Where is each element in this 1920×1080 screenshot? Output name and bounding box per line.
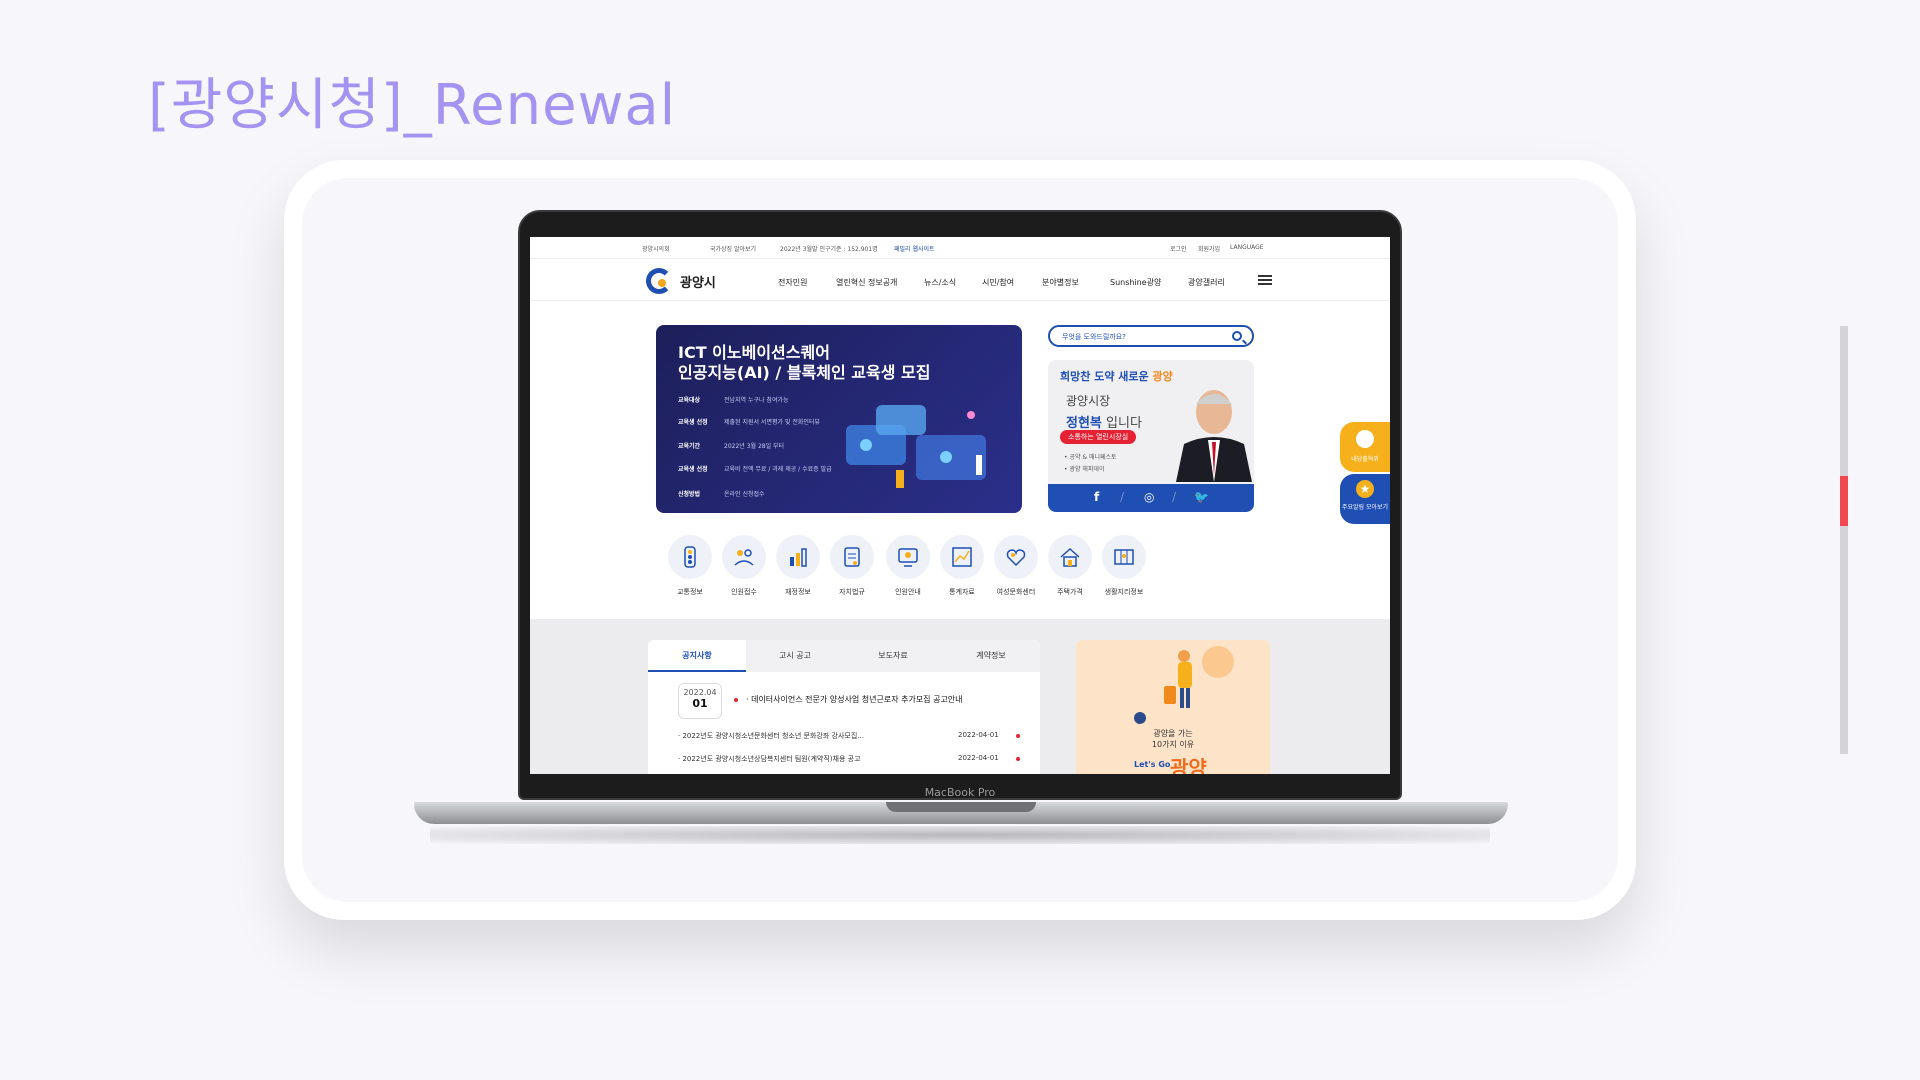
menu-item-gallery[interactable]: 광양갤러리 (1188, 277, 1225, 288)
promo-line1: 광양을 가는 (1153, 729, 1193, 738)
utility-bar: 광양시의회 국가상징 알아보기 2022년 3월말 인구기준 : 152,901… (530, 237, 1390, 259)
laptop-shadow (430, 826, 1490, 844)
info-monitor-icon[interactable] (886, 535, 930, 579)
list-item-date: 2022-04-01 (958, 754, 999, 762)
mayor-photo (1176, 390, 1252, 482)
page-heading: [광양시청]_Renewal (148, 73, 677, 138)
promo-lets-go: Let's Go (1134, 760, 1171, 769)
hamburger-menu-icon[interactable] (1258, 275, 1272, 285)
signup-link[interactable]: 회원가입 (1198, 244, 1220, 253)
new-dot-icon (1016, 757, 1020, 761)
menu-item-e-civil[interactable]: 전자민원 (778, 277, 807, 288)
mayor-sns-bar: f / ◎ / 🐦 (1048, 484, 1254, 512)
house-icon[interactable] (1048, 535, 1092, 579)
promo-big-text: 광양 (1170, 756, 1207, 774)
search-input[interactable]: 무엇을 도와드릴까요? (1062, 332, 1126, 342)
quick-label-law[interactable]: 자치법규 (820, 587, 884, 597)
population-text: 2022년 3월말 인구기준 : 152,901명 (780, 246, 878, 253)
new-dot-icon (734, 698, 738, 702)
banner-row: 신청방법 온라인 신청접수 (678, 491, 765, 498)
traveler-illustration-icon (1134, 646, 1234, 724)
banner-row: 교육생 선정 제출된 지원서 서면평가 및 전화인터뷰 (678, 419, 820, 426)
council-link[interactable]: 광양시의회 (642, 244, 670, 253)
menu-item-sunshine[interactable]: Sunshine광양 (1110, 277, 1161, 288)
tab-notice[interactable]: 공지사항 (648, 640, 746, 672)
laptop-model-label: MacBook Pro (924, 786, 996, 799)
city-logo-dot (658, 279, 666, 287)
menu-item-open-info[interactable]: 열린혁신 정보공개 (836, 277, 897, 288)
map-icon[interactable] (1102, 535, 1146, 579)
star-icon: ★ (1356, 480, 1374, 498)
float-menu-label: 내당출혁위 (1351, 456, 1379, 463)
mayor-title: 광양시장 (1066, 394, 1111, 408)
quick-label-geo[interactable]: 생활지리정보 (1092, 587, 1156, 597)
traffic-light-icon[interactable] (668, 535, 712, 579)
laptop-screen: 광양시의회 국가상징 알아보기 2022년 3월말 인구기준 : 152,901… (530, 237, 1390, 774)
mayor-card: 희망찬 도약 새로운 광양 광양시장 정현복 입니다 소통하는 열린시장실 • … (1048, 360, 1254, 512)
scrollbar-thumb[interactable] (1840, 476, 1848, 526)
list-item-date: 2022-04-01 (958, 731, 999, 739)
pledge-link[interactable]: • 공약 & 매니페스토 (1064, 452, 1117, 461)
twitter-icon[interactable]: 🐦 (1194, 490, 1209, 504)
menu-item-news[interactable]: 뉴스/소식 (924, 277, 956, 288)
instagram-icon[interactable]: ◎ (1144, 490, 1154, 504)
person-icon (1356, 430, 1374, 448)
banner-title-line2: 인공지능(AI) / 블록체인 교육생 모집 (678, 363, 931, 382)
mayor-slogan: 희망찬 도약 새로운 광양 (1060, 370, 1173, 383)
promo-line2: 10가지 이유 (1151, 740, 1195, 749)
national-symbol-link[interactable]: 국가상징 알아보기 (710, 244, 756, 253)
list-item[interactable]: · 2022년도 광양시청소년문화센터 청소년 문화강좌 강사모집... (678, 731, 864, 741)
law-document-icon[interactable] (830, 535, 874, 579)
banner-row: 교육대상 전남지역 누구나 참여가능 (678, 397, 789, 404)
scrollbar-track[interactable] (1840, 326, 1848, 754)
promo-banner[interactable]: 광양을 가는 10가지 이유 Let's Go 광양 (1076, 640, 1270, 774)
menu-item-field-info[interactable]: 분야별정보 (1042, 277, 1079, 288)
people-hands-icon[interactable] (722, 535, 766, 579)
float-alerts-button[interactable]: ★ 주요알림 모아보기 (1340, 474, 1390, 524)
statistics-chart-icon[interactable] (940, 535, 984, 579)
family-sites-dropdown[interactable]: 패밀리 웹사이트 (894, 244, 935, 253)
banner-illustration-icon (846, 405, 986, 488)
heart-icon[interactable] (994, 535, 1038, 579)
search-box[interactable]: 무엇을 도와드릴까요? (1048, 325, 1254, 347)
sns-divider: / (1120, 490, 1125, 504)
mayor-name: 정현복 입니다 (1066, 416, 1142, 431)
sns-divider: / (1172, 490, 1177, 504)
list-item[interactable]: · 2022년도 광양시청소년상담복지센터 팀원(계약직)채용 공고 (678, 754, 861, 764)
login-link[interactable]: 로그인 (1170, 244, 1187, 253)
logo-text[interactable]: 광양시 (680, 272, 716, 291)
tab-press[interactable]: 보도자료 (844, 640, 942, 672)
float-menu-button[interactable]: 내당출혁위 (1340, 422, 1390, 472)
banner-row: 교육생 선정 교육비 전액 무료 / 과제 제공 / 수료증 발급 (678, 466, 832, 473)
finance-chart-icon[interactable] (776, 535, 820, 579)
language-dropdown[interactable]: LANGUAGE (1230, 244, 1264, 251)
notice-board: 공지사항 고시 공고 보도자료 계약정보 2022.04 01 · 데이터사이언… (648, 640, 1040, 774)
tab-contract[interactable]: 계약정보 (942, 640, 1040, 672)
main-banner[interactable]: ICT 이노베이션스퀘어 인공지능(AI) / 블록체인 교육생 모집 교육대상… (656, 325, 1022, 513)
facebook-icon[interactable]: f (1094, 490, 1099, 504)
search-icon[interactable] (1232, 331, 1242, 341)
float-alerts-label: 주요알림 모아보기 (1341, 504, 1389, 511)
menu-item-citizen[interactable]: 시민/참여 (982, 277, 1014, 288)
mayor-office-button[interactable]: 소통하는 열린시장실 (1060, 430, 1137, 444)
tab-announcement[interactable]: 고시 공고 (746, 640, 844, 672)
banner-row: 교육기간 2022년 3월 28일 부터 (678, 443, 785, 450)
headline-date: 2022.04 01 (678, 683, 722, 719)
new-dot-icon (1016, 734, 1020, 738)
headline-notice-link[interactable]: · 데이터사이언스 전문가 양성사업 청년근로자 추가모집 공고안내 (746, 694, 963, 705)
laptop-notch (886, 802, 1036, 812)
happyday-link[interactable]: • 광양 해피데이 (1064, 464, 1104, 473)
